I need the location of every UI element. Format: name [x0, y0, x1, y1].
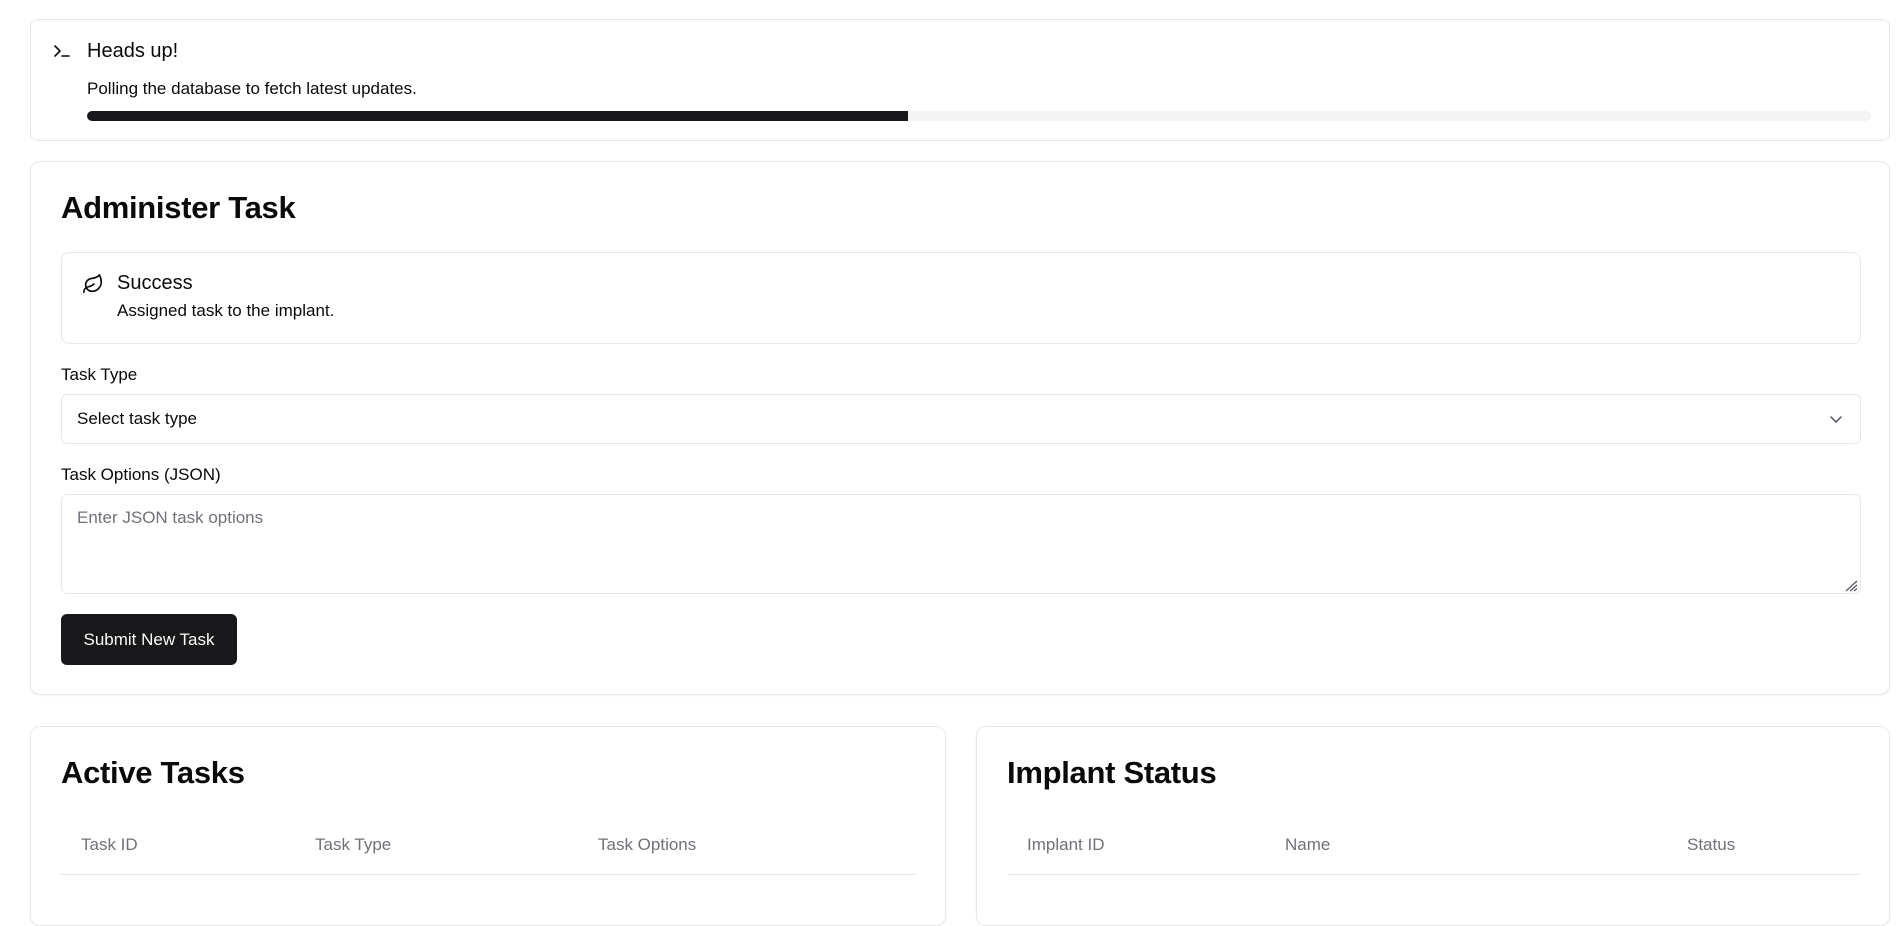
- task-type-label: Task Type: [61, 365, 138, 384]
- administer-task-card: Administer Task Success Assigned task to…: [30, 161, 1890, 695]
- column-header-task-id: Task ID: [81, 835, 138, 854]
- column-header-implant-id: Implant ID: [1027, 835, 1105, 854]
- terminal-icon: [54, 45, 70, 57]
- column-header-task-options: Task Options: [598, 835, 697, 854]
- polling-progress-fill: [87, 111, 908, 121]
- column-header-status: Status: [1687, 835, 1736, 854]
- task-type-select[interactable]: Select task type: [61, 394, 1861, 444]
- implant-status-table-header: Implant ID Name Status: [1007, 815, 1859, 875]
- task-type-selected-value: Select task type: [77, 409, 198, 428]
- heads-up-alert: Heads up! Polling the database to fetch …: [30, 19, 1890, 141]
- polling-progress-bar: [87, 111, 1871, 121]
- column-header-task-type: Task Type: [315, 835, 392, 854]
- success-alert: Success Assigned task to the implant.: [61, 252, 1861, 344]
- heads-up-description: Polling the database to fetch latest upd…: [87, 79, 417, 98]
- active-tasks-title: Active Tasks: [61, 755, 245, 790]
- chevron-down-icon: [1830, 416, 1842, 423]
- administer-task-title: Administer Task: [61, 190, 296, 225]
- task-options-label: Task Options (JSON): [61, 465, 221, 484]
- task-options-textarea[interactable]: [61, 494, 1861, 594]
- active-tasks-card: Active Tasks Task ID Task Type Task Opti…: [30, 726, 946, 926]
- column-header-name: Name: [1285, 835, 1331, 854]
- resize-handle-icon[interactable]: [1844, 580, 1858, 592]
- active-tasks-table-header: Task ID Task Type Task Options: [61, 815, 915, 875]
- heads-up-title: Heads up!: [87, 40, 179, 62]
- implant-status-card: Implant Status Implant ID Name Status: [976, 726, 1890, 926]
- leaf-icon: [83, 274, 103, 294]
- submit-new-task-button[interactable]: Submit New Task: [61, 614, 237, 665]
- success-title: Success: [117, 272, 193, 294]
- success-description: Assigned task to the implant.: [117, 301, 335, 320]
- implant-status-title: Implant Status: [1007, 755, 1217, 790]
